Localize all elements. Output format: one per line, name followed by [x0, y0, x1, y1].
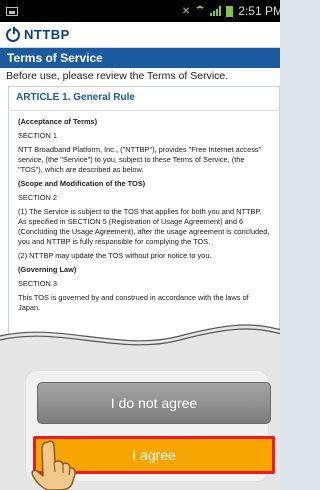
section-number: SECTION 3 [18, 279, 58, 288]
side-margin [280, 0, 289, 490]
section-heading: (Scope and Modification of the TOS) [18, 179, 146, 188]
app-header: NTTBP [0, 22, 289, 48]
page-title: Terms of Service [0, 48, 289, 68]
section-paragraph: (2) NTTBP may update the TOS without pri… [18, 251, 212, 260]
signal-icon [210, 6, 222, 16]
section-number: SECTION 1 [18, 131, 58, 140]
section-paragraph: NTT Broadband Platform, Inc., ("NTTBP"),… [18, 145, 262, 174]
section-heading: (Acceptance of Terms) [18, 117, 98, 126]
battery-icon [226, 5, 234, 17]
pointing-hand-icon [31, 440, 76, 490]
intro-text: Before use, please review the Terms of S… [6, 70, 229, 82]
image-icon [6, 6, 18, 16]
disagree-button[interactable]: I do not agree [37, 382, 271, 424]
mute-icon: ✕ [181, 5, 191, 17]
section-paragraph: (1) The Service is subject to the TOS th… [18, 207, 270, 246]
status-bar: ✕ 2:51 PM [0, 0, 289, 22]
section-paragraph: This TOS is governed by and construed in… [18, 293, 249, 312]
terms-content: (Acceptance of Terms) SECTION 1 NTT Broa… [9, 111, 279, 313]
app-logo-text: NTTBP [24, 27, 70, 42]
section-heading: (Governing Law) [18, 265, 77, 274]
status-time: 2:51 PM [238, 4, 283, 18]
wifi-icon [195, 6, 206, 16]
phone-screen: ✕ 2:51 PM NTTBP Terms of Service Before … [0, 0, 289, 490]
power-logo-icon [6, 26, 20, 42]
article-title: ARTICLE 1. General Rule [9, 87, 279, 111]
section-number: SECTION 2 [18, 193, 58, 202]
terms-scroll-box[interactable]: ARTICLE 1. General Rule (Acceptance of T… [8, 86, 280, 343]
